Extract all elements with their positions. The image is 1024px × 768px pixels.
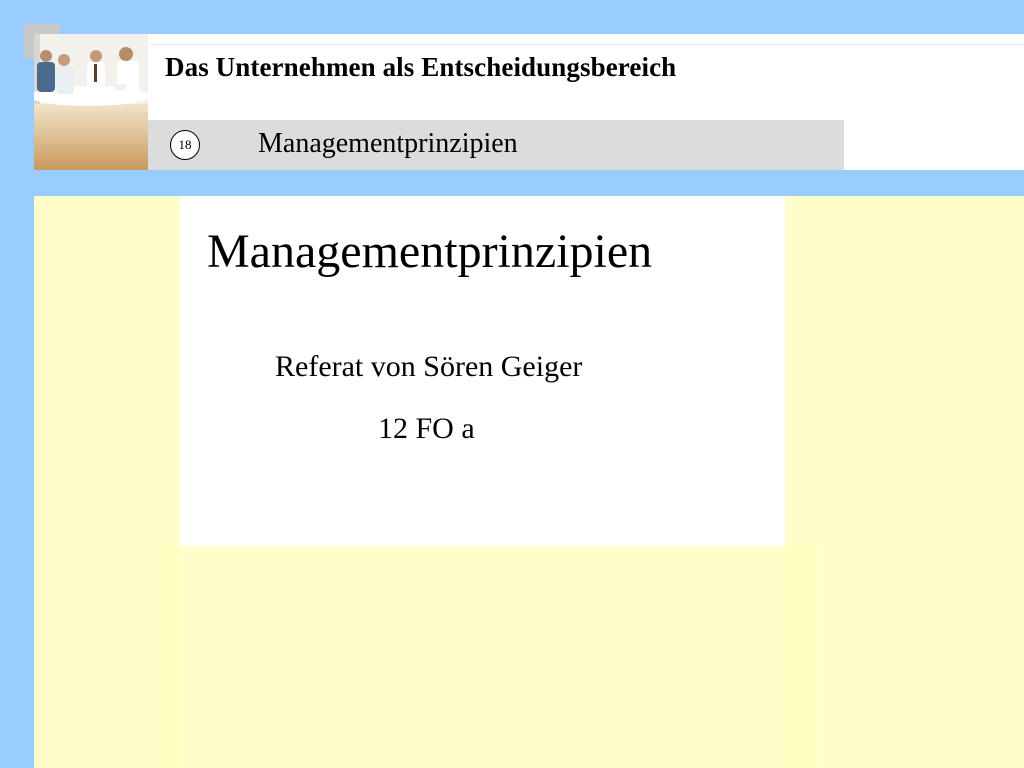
header-separator-strip	[34, 170, 1024, 196]
meeting-photo	[34, 34, 148, 170]
section-title: Managementprinzipien	[258, 128, 518, 159]
presenter-line: Referat von Sören Geiger	[275, 350, 583, 383]
header-divider	[150, 44, 1024, 45]
slide-number-badge: 18	[170, 130, 200, 160]
lower-panel-inner	[180, 546, 785, 768]
presentation-title: Das Unternehmen als Entscheidungsbereich	[165, 52, 677, 82]
class-code: 12 FO a	[378, 412, 475, 445]
slide-heading: Managementprinzipien	[207, 225, 653, 278]
